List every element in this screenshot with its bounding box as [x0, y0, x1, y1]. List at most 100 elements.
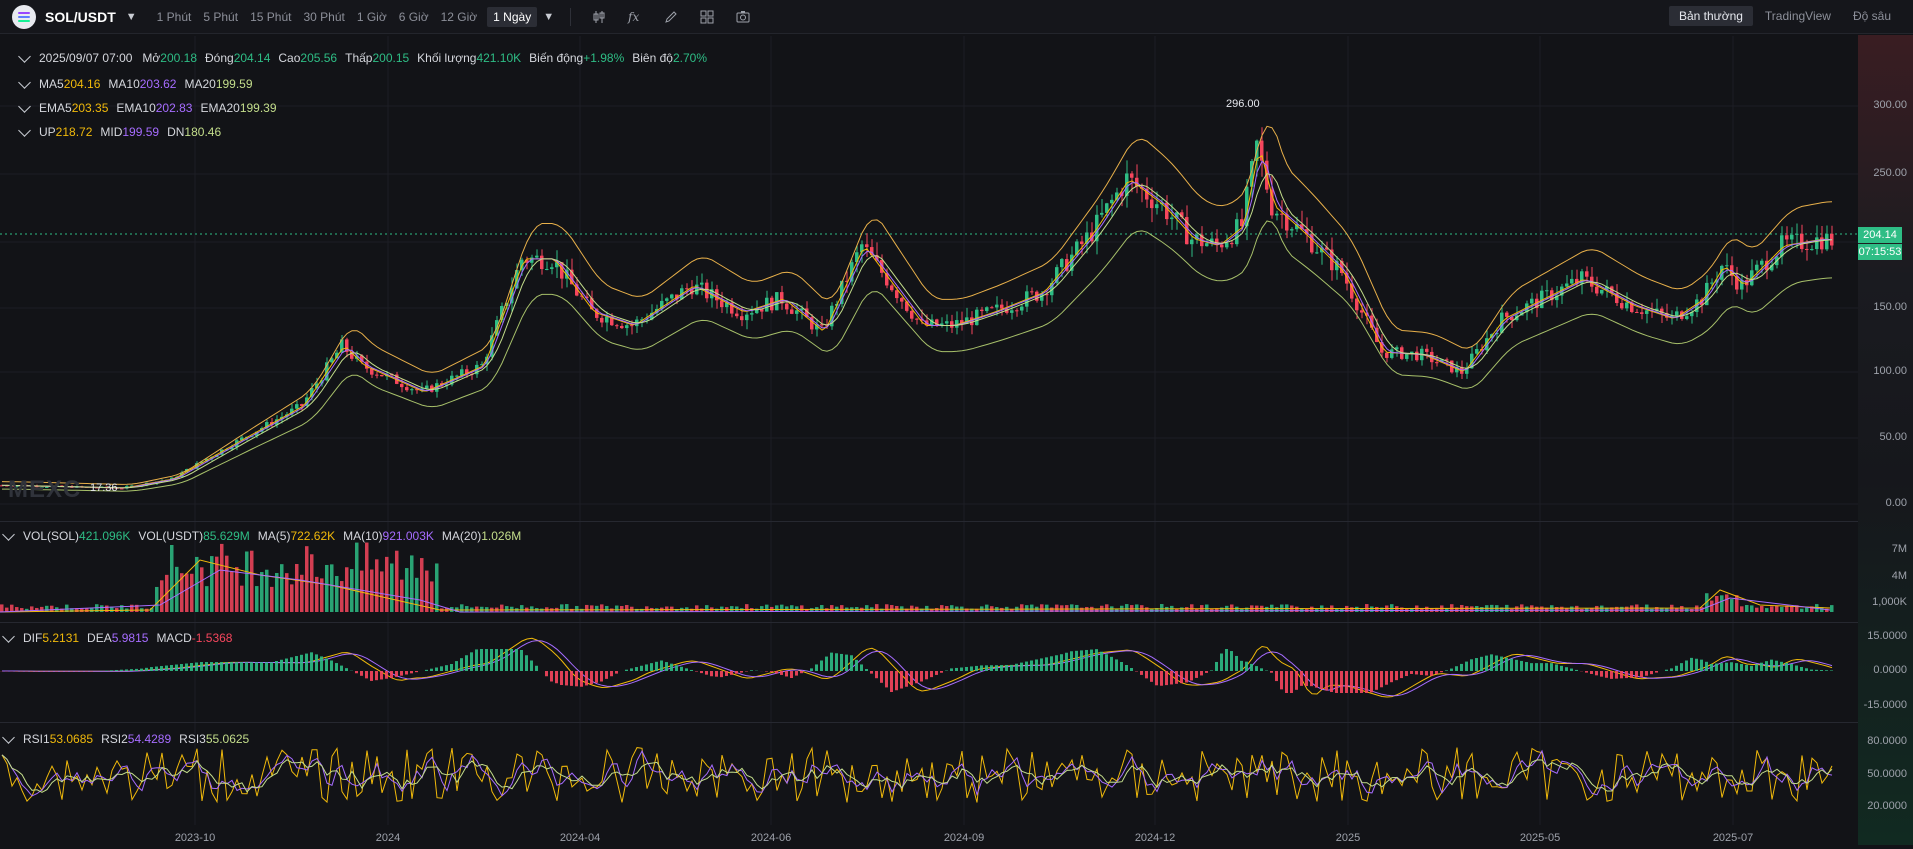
- ema-legend: EMA5 203.35 EMA10 202.83 EMA20 199.39: [18, 99, 277, 115]
- candle-body: [1780, 235, 1784, 257]
- macd-hist-bar: [1595, 671, 1598, 676]
- macd-hist-bar: [850, 655, 853, 671]
- macd-hist-bar: [1470, 659, 1473, 671]
- macd-hist-bar: [1015, 663, 1018, 671]
- macd-hist-bar: [1175, 671, 1178, 684]
- macd-hist-bar: [1780, 661, 1783, 671]
- volume-bar: [1425, 606, 1429, 612]
- candle-body: [1565, 283, 1569, 287]
- candle-body: [1405, 353, 1409, 359]
- candle-body: [410, 389, 414, 391]
- candle-body: [1675, 311, 1679, 316]
- macd-hist-bar: [295, 656, 298, 671]
- candle-body: [1785, 235, 1789, 240]
- macd-hist-bar: [1645, 671, 1648, 676]
- macd-hist-bar: [1320, 671, 1323, 690]
- volume-bar: [1310, 606, 1314, 612]
- candle-body: [1600, 289, 1604, 294]
- macd-hist-bar: [1130, 668, 1133, 671]
- collapse-chevron-icon[interactable]: [18, 123, 31, 137]
- macd-hist-bar: [1095, 649, 1098, 671]
- macd-hist-bar: [1185, 671, 1188, 683]
- macd-hist-bar: [395, 671, 398, 677]
- macd-hist-bar: [1585, 671, 1588, 673]
- macd-hist-bar: [1065, 652, 1068, 671]
- macd-hist-bar: [990, 665, 993, 671]
- candle-body: [985, 307, 989, 312]
- candle-body: [1725, 265, 1729, 267]
- macd-hist-bar: [1010, 664, 1013, 671]
- macd-hist-bar: [1625, 671, 1628, 679]
- collapse-chevron-icon[interactable]: [18, 75, 31, 89]
- volume-bar: [745, 604, 749, 612]
- macd-hist-bar: [1025, 661, 1028, 671]
- pane-divider[interactable]: [0, 622, 1858, 623]
- macd-hist-bar: [1270, 671, 1273, 673]
- macd-hist-bar: [1655, 671, 1658, 673]
- collapse-chevron-icon[interactable]: [2, 629, 15, 643]
- volume-bar: [1830, 605, 1834, 612]
- volume-bar: [625, 605, 629, 612]
- volume-bar: [380, 571, 384, 612]
- volume-bar: [0, 604, 4, 612]
- macd-hist-bar: [245, 662, 248, 671]
- collapse-chevron-icon[interactable]: [2, 527, 15, 541]
- macd-hist-bar: [415, 671, 418, 673]
- vol-tick: 7M: [1891, 543, 1907, 555]
- candle-body: [1805, 248, 1809, 250]
- macd-hist-bar: [1590, 671, 1593, 674]
- volume-bar: [1775, 605, 1779, 612]
- volume-bar: [1465, 606, 1469, 612]
- macd-hist-bar: [1205, 671, 1208, 673]
- price-tick: 300.00: [1873, 99, 1907, 111]
- macd-hist-bar: [1520, 660, 1523, 671]
- candle-body: [630, 325, 634, 327]
- legend-date: 2025/09/07 07:00: [39, 51, 133, 65]
- candle-body: [1080, 241, 1084, 245]
- macd-hist-bar: [1050, 656, 1053, 671]
- macd-hist-bar: [115, 669, 118, 671]
- macd-hist-bar: [550, 671, 553, 682]
- macd-hist-bar: [1350, 671, 1353, 693]
- volume-bar: [1515, 606, 1519, 612]
- close-value: 204.14: [233, 51, 271, 65]
- volume-bar: [295, 564, 299, 612]
- price-tick: 250.00: [1873, 167, 1907, 179]
- macd-hist-bar: [1255, 666, 1258, 671]
- volume-bar: [1745, 605, 1749, 612]
- macd-hist-bar: [1200, 671, 1203, 676]
- macd-hist-bar: [1110, 656, 1113, 671]
- collapse-chevron-icon[interactable]: [18, 99, 31, 113]
- macd-hist-bar: [1315, 671, 1318, 688]
- volume-bar: [1600, 605, 1604, 612]
- time-tick: 2024-12: [1134, 832, 1176, 844]
- macd-hist-bar: [1720, 663, 1723, 671]
- macd-hist-bar: [450, 664, 453, 671]
- collapse-chevron-icon[interactable]: [18, 49, 31, 63]
- open-value: 200.18: [160, 51, 197, 65]
- volume-bar: [420, 558, 424, 612]
- amplitude-value: 2.70%: [672, 51, 707, 65]
- vol-ma5-line: [0, 559, 1831, 613]
- volume-bar: [1475, 606, 1479, 612]
- pane-divider[interactable]: [0, 521, 1858, 522]
- pane-divider[interactable]: [0, 722, 1858, 723]
- candle-countdown: 07:15:53: [1858, 244, 1902, 260]
- collapse-chevron-icon[interactable]: [2, 730, 15, 744]
- volume-bar: [235, 567, 239, 612]
- macd-hist-bar: [285, 658, 288, 671]
- volume-bar: [1295, 606, 1299, 612]
- macd-hist-bar: [335, 663, 338, 671]
- max-price-label: 296.00: [1226, 98, 1260, 110]
- volume-bar: [415, 577, 419, 612]
- macd-hist-bar: [195, 662, 198, 671]
- macd-hist-bar: [1295, 671, 1298, 690]
- macd-hist-bar: [1730, 662, 1733, 671]
- macd-hist-bar: [1560, 665, 1563, 671]
- macd-hist-bar: [570, 671, 573, 686]
- volume-bar: [270, 586, 274, 612]
- volume-bar: [1790, 606, 1794, 612]
- macd-hist-bar: [1640, 671, 1643, 678]
- macd-hist-bar: [265, 662, 268, 671]
- candle-body: [1150, 199, 1154, 209]
